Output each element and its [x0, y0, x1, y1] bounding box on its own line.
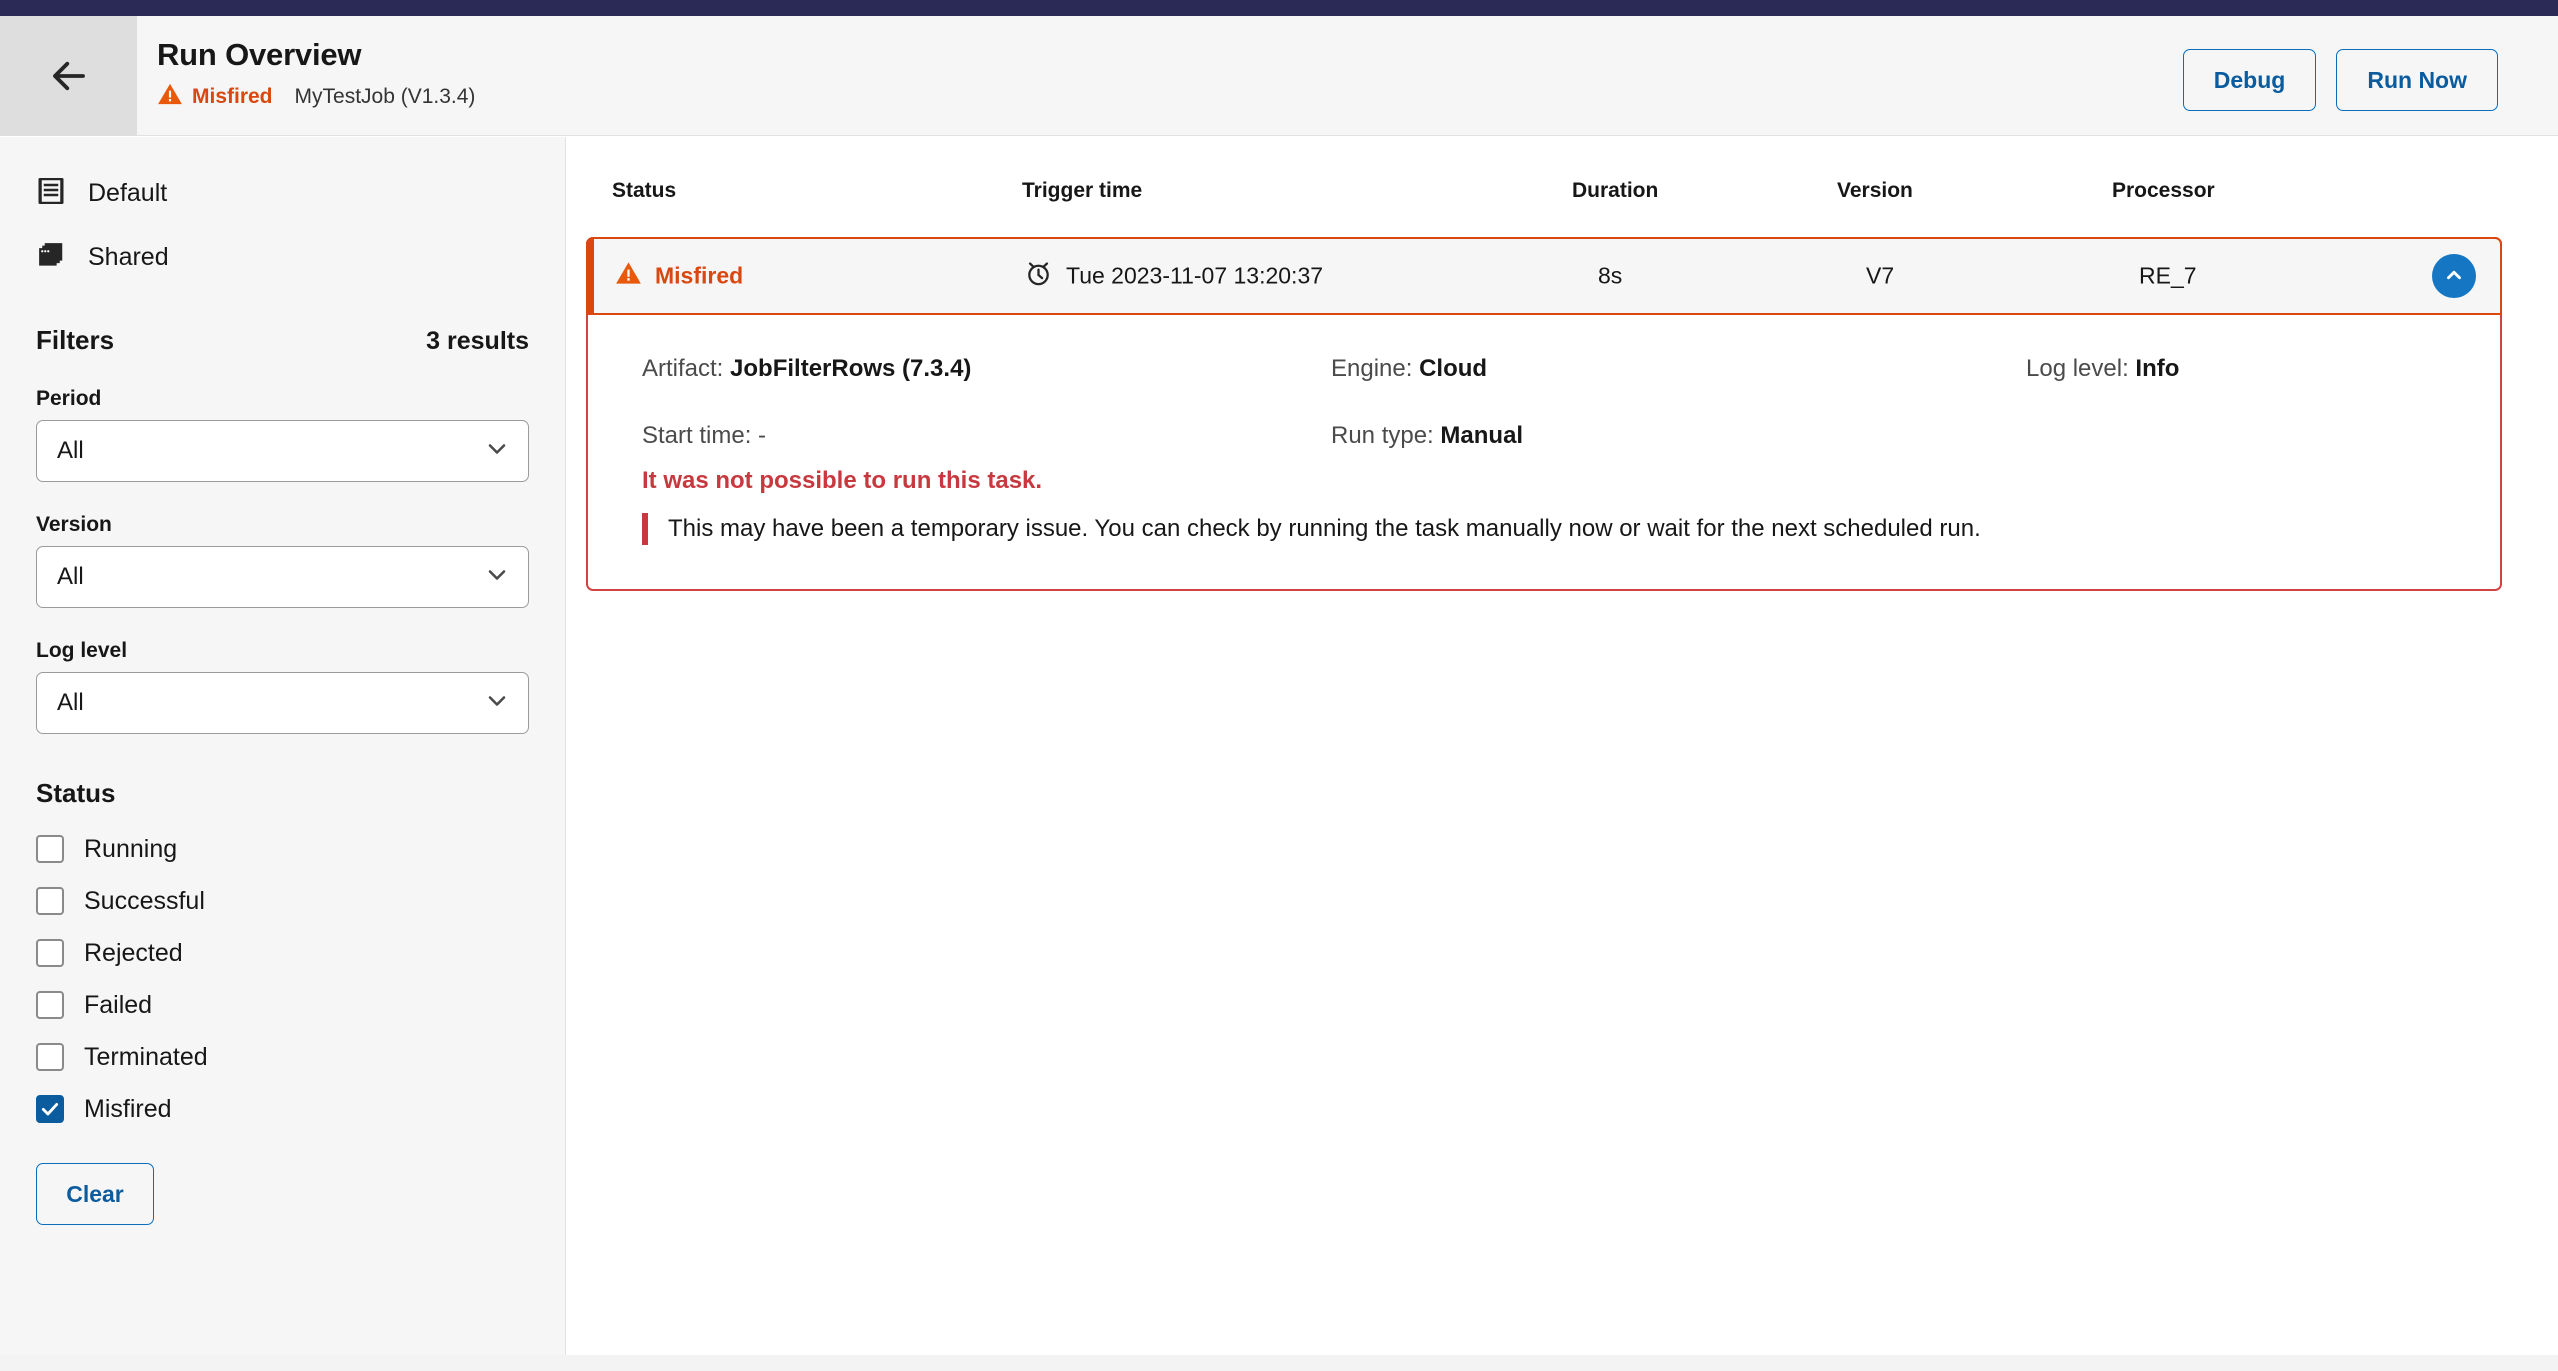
sidebar-item-label: Default: [88, 178, 168, 207]
status-option-label: Running: [84, 834, 178, 863]
header-subtitle-row: Misfired MyTestJob (V1.3.4): [157, 81, 475, 112]
header-actions: Debug Run Now: [2182, 49, 2498, 111]
collapse-row-button[interactable]: [2432, 254, 2476, 298]
version-select-value: All: [57, 563, 84, 590]
column-header-processor: Processor: [2112, 179, 2215, 202]
detail-log-level-value: Info: [2135, 355, 2180, 382]
main-content: Status Trigger time Duration Version Pro…: [567, 137, 2558, 1355]
period-select-value: All: [57, 437, 84, 464]
chevron-down-icon: [485, 563, 509, 592]
status-checkbox-running[interactable]: Running: [36, 823, 529, 875]
row-trigger-time-cell: Tue 2023-11-07 13:20:37: [1024, 259, 1323, 294]
period-select[interactable]: All: [36, 420, 529, 482]
checkbox-unchecked-icon: [36, 887, 64, 915]
column-header-trigger-time: Trigger time: [1022, 179, 1143, 202]
filter-log-level-label: Log level: [36, 639, 128, 662]
detail-artifact: Artifact: JobFilterRows (7.3.4): [642, 355, 971, 383]
stacked-cards-icon: [36, 240, 66, 275]
status-checkbox-misfired[interactable]: Misfired: [36, 1083, 529, 1135]
checkbox-unchecked-icon: [36, 1043, 64, 1071]
error-body: This may have been a temporary issue. Yo…: [642, 513, 2500, 545]
detail-artifact-value: JobFilterRows (7.3.4): [730, 355, 972, 382]
filter-period: Period All: [0, 387, 565, 482]
detail-artifact-label: Artifact:: [642, 355, 724, 382]
table-row[interactable]: Misfired Tue 2023-11-07 13:20:37 8s V7 R…: [586, 237, 2502, 315]
status-option-label: Failed: [84, 990, 153, 1019]
filters-title: Filters: [36, 325, 115, 355]
list-document-icon: [36, 176, 66, 211]
column-header-duration: Duration: [1572, 179, 1659, 202]
alarm-clock-icon: [1024, 259, 1053, 294]
detail-log-level-label: Log level:: [2026, 355, 2129, 382]
status-checkbox-rejected[interactable]: Rejected: [36, 927, 529, 979]
row-version-cell: V7: [1866, 262, 1895, 289]
clear-filters-button[interactable]: Clear: [36, 1163, 154, 1225]
chevron-down-icon: [485, 437, 509, 466]
top-navy-bar: [0, 0, 2558, 16]
status-filter-title: Status: [36, 778, 116, 808]
detail-log-level: Log level: Info: [2026, 355, 2179, 383]
status-checkbox-failed[interactable]: Failed: [36, 979, 529, 1031]
column-header-version: Version: [1837, 179, 1913, 202]
checkbox-unchecked-icon: [36, 835, 64, 863]
log-level-select[interactable]: All: [36, 672, 529, 734]
column-header-status: Status: [612, 179, 677, 202]
row-duration-cell: 8s: [1598, 262, 1623, 289]
status-checkbox-terminated[interactable]: Terminated: [36, 1031, 529, 1083]
row-status-label: Misfired: [655, 262, 744, 289]
runs-table-header: Status Trigger time Duration Version Pro…: [567, 179, 2558, 227]
detail-engine-value: Cloud: [1419, 355, 1488, 382]
row-processor-cell: RE_7: [2139, 262, 2197, 289]
chevron-up-icon: [2443, 264, 2465, 289]
filter-version-label: Version: [36, 513, 112, 536]
version-select[interactable]: All: [36, 546, 529, 608]
checkbox-unchecked-icon: [36, 939, 64, 967]
status-option-label: Rejected: [84, 938, 183, 967]
page-title: Run Overview: [157, 37, 362, 72]
arrow-left-icon: [48, 55, 90, 97]
status-option-label: Successful: [84, 886, 205, 915]
row-status-cell: Misfired: [615, 260, 743, 293]
detail-engine-label: Engine:: [1331, 355, 1413, 382]
chevron-down-icon: [485, 689, 509, 718]
debug-button[interactable]: Debug: [2182, 49, 2317, 111]
page-header: Run Overview Misfired MyTestJob (V1.3.4)…: [0, 16, 2558, 136]
warning-triangle-icon: [157, 81, 183, 112]
status-option-label: Misfired: [84, 1094, 172, 1123]
run-now-button[interactable]: Run Now: [2336, 49, 2498, 111]
header-status-label: Misfired: [192, 84, 273, 108]
results-count: 3 results: [426, 327, 529, 355]
warning-triangle-icon: [615, 260, 642, 293]
header-job-name: MyTestJob (V1.3.4): [294, 84, 476, 108]
filter-log-level: Log level All: [0, 639, 565, 734]
checkbox-unchecked-icon: [36, 991, 64, 1019]
filters-header: Filters 3 results: [0, 325, 565, 356]
row-trigger-time-label: Tue 2023-11-07 13:20:37: [1066, 262, 1324, 289]
log-level-select-value: All: [57, 689, 84, 716]
status-checkbox-successful[interactable]: Successful: [36, 875, 529, 927]
back-button[interactable]: [0, 16, 137, 136]
detail-start-time-label: Start time:: [642, 422, 752, 449]
detail-start-time: Start time: -: [642, 422, 766, 450]
status-filter-section: Status Running Successful Rejected Faile…: [0, 778, 565, 1135]
sidebar-item-default[interactable]: Default: [0, 167, 565, 219]
sidebar-item-label: Shared: [88, 242, 169, 271]
run-detail-grid: Artifact: JobFilterRows (7.3.4) Engine: …: [588, 355, 2500, 467]
header-title-block: Run Overview Misfired MyTestJob (V1.3.4): [157, 36, 475, 112]
detail-run-type: Run type: Manual: [1331, 422, 1523, 450]
checkbox-checked-icon: [36, 1095, 64, 1123]
detail-run-type-value: Manual: [1440, 422, 1524, 449]
run-detail-panel: Artifact: JobFilterRows (7.3.4) Engine: …: [588, 315, 2500, 589]
bottom-strip: [0, 1355, 2558, 1371]
filter-version: Version All: [0, 513, 565, 608]
run-card: Misfired Tue 2023-11-07 13:20:37 8s V7 R…: [586, 237, 2502, 591]
filter-period-label: Period: [36, 387, 102, 410]
error-title: It was not possible to run this task.: [642, 467, 1043, 494]
detail-engine: Engine: Cloud: [1331, 355, 1487, 383]
status-option-label: Terminated: [84, 1042, 208, 1071]
detail-start-time-value: -: [758, 422, 767, 449]
sidebar: Default Shared Filters 3 results Period …: [0, 137, 566, 1355]
sidebar-item-shared[interactable]: Shared: [0, 231, 565, 283]
detail-run-type-label: Run type:: [1331, 422, 1434, 449]
